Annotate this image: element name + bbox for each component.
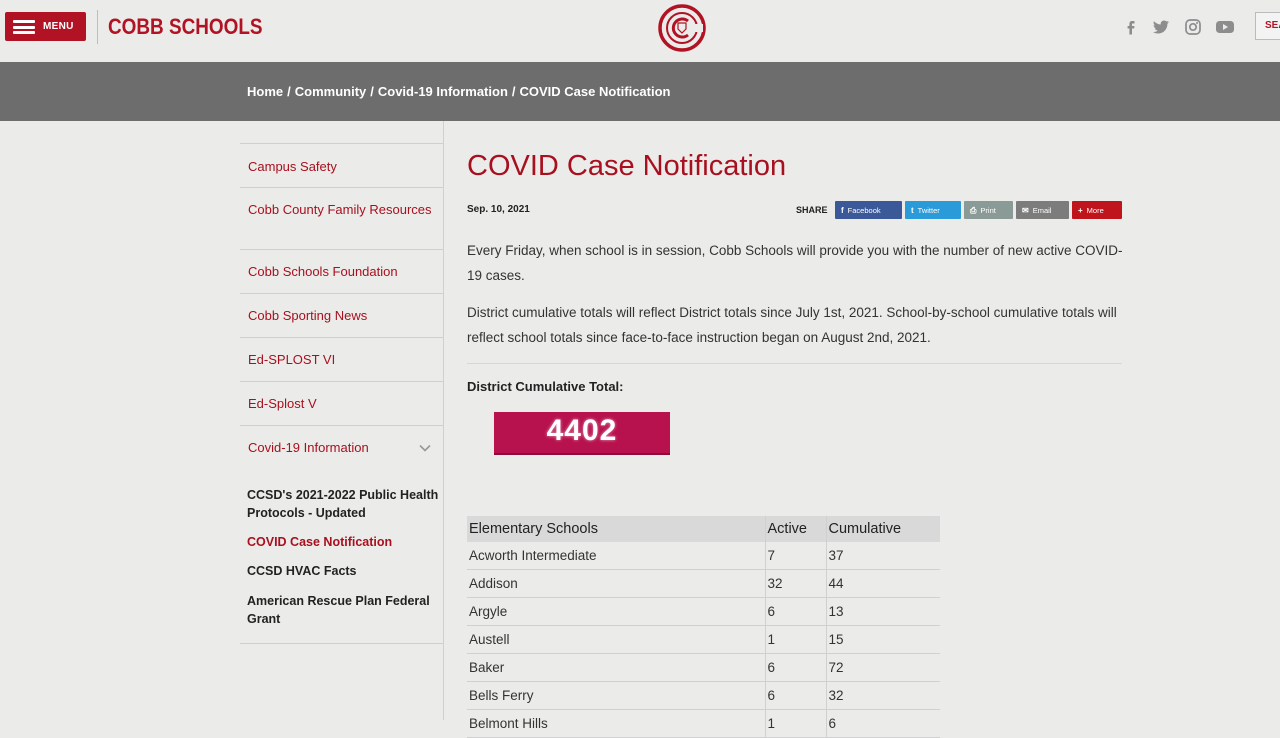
active-count: 6 bbox=[765, 681, 827, 710]
header-divider bbox=[97, 10, 98, 44]
share-twitter-button[interactable]: t Twitter bbox=[905, 201, 961, 219]
district-total-counter: 4402 bbox=[494, 412, 670, 455]
twitter-icon: t bbox=[911, 206, 914, 215]
table-row: Bells Ferry 6 32 bbox=[467, 681, 940, 710]
active-count: 7 bbox=[765, 542, 827, 570]
sidebar-item-family-resources[interactable]: Cobb County Family Resources bbox=[240, 187, 443, 249]
sidebar-subitem-rescue-plan[interactable]: American Rescue Plan Federal Grant bbox=[247, 592, 443, 628]
sidebar-item-schools-foundation[interactable]: Cobb Schools Foundation bbox=[240, 249, 443, 293]
school-name: Baker bbox=[467, 653, 766, 682]
share-label: SHARE bbox=[796, 205, 828, 215]
sidebar-divider bbox=[443, 121, 444, 720]
table-header-row: Elementary Schools Active Cumulative bbox=[467, 516, 940, 542]
instagram-icon[interactable] bbox=[1184, 18, 1202, 36]
table-row: Argyle 6 13 bbox=[467, 597, 940, 626]
menu-label: MENU bbox=[43, 21, 74, 32]
sidebar-item-ed-splost-v[interactable]: Ed-Splost V bbox=[240, 381, 443, 425]
sidebar-item-ed-splost-vi[interactable]: Ed-SPLOST VI bbox=[240, 337, 443, 381]
breadcrumb-bar: Home / Community / Covid-19 Information / COVI… bbox=[0, 62, 1280, 121]
content-divider bbox=[467, 363, 1122, 364]
post-date: Sep. 10, 2021 bbox=[467, 204, 530, 215]
cumulative-count: 72 bbox=[826, 653, 940, 682]
table-row: Addison 32 44 bbox=[467, 569, 940, 598]
active-count: 32 bbox=[765, 569, 827, 598]
active-count: 6 bbox=[765, 653, 827, 682]
breadcrumb: Home / Community / Covid-19 Information / COVI… bbox=[247, 84, 671, 99]
cumulative-count: 15 bbox=[826, 625, 940, 654]
school-name: Belmont Hills bbox=[467, 709, 766, 738]
site-header: MENU COBB SCHOOLS SEA bbox=[0, 0, 1280, 62]
sidebar-subitem-hvac-facts[interactable]: CCSD HVAC Facts bbox=[247, 562, 443, 580]
active-count: 6 bbox=[765, 597, 827, 626]
cumulative-count: 32 bbox=[826, 681, 940, 710]
column-header-active: Active bbox=[765, 516, 827, 542]
school-name: Austell bbox=[467, 625, 766, 654]
sidebar-subitem-case-notification[interactable]: COVID Case Notification bbox=[247, 533, 443, 551]
sidebar-item-campus-safety[interactable]: Campus Safety bbox=[240, 143, 443, 187]
share-email-button[interactable]: ✉ Email bbox=[1016, 201, 1069, 219]
breadcrumb-home[interactable]: Home bbox=[247, 84, 283, 99]
twitter-icon[interactable] bbox=[1152, 18, 1170, 36]
sidebar-item-covid-information[interactable]: Covid-19 Information bbox=[240, 425, 443, 469]
table-row: Acworth Intermediate 7 37 bbox=[467, 542, 940, 570]
share-print-button[interactable]: ⎙ Print bbox=[964, 201, 1013, 219]
elementary-schools-table: Elementary Schools Active Cumulative Acw… bbox=[467, 516, 940, 738]
sidebar-item-sporting-news[interactable]: Cobb Sporting News bbox=[240, 293, 443, 337]
hamburger-icon bbox=[13, 20, 35, 34]
breadcrumb-community[interactable]: Community bbox=[295, 84, 367, 99]
cumulative-count: 13 bbox=[826, 597, 940, 626]
column-header-cumulative: Cumulative bbox=[826, 516, 940, 542]
table-row: Baker 6 72 bbox=[467, 653, 940, 682]
table-row: Belmont Hills 1 6 bbox=[467, 709, 940, 738]
table-row: Austell 1 15 bbox=[467, 625, 940, 654]
cumulative-count: 6 bbox=[826, 709, 940, 738]
plus-icon: + bbox=[1078, 206, 1083, 215]
totals-paragraph: District cumulative totals will reflect … bbox=[467, 305, 1117, 345]
sidebar-subitem-health-protocols[interactable]: CCSD's 2021-2022 Public Health Protocols… bbox=[247, 486, 443, 522]
sidebar-bottom-divider bbox=[240, 643, 443, 644]
breadcrumb-covid-information[interactable]: Covid-19 Information bbox=[378, 84, 508, 99]
school-name: Argyle bbox=[467, 597, 766, 626]
cumulative-count: 37 bbox=[826, 542, 940, 570]
print-icon: ⎙ bbox=[970, 206, 977, 215]
district-total-label: District Cumulative Total: bbox=[467, 379, 624, 394]
active-count: 1 bbox=[765, 625, 827, 654]
email-icon: ✉ bbox=[1022, 206, 1029, 215]
search-input[interactable]: SEA bbox=[1255, 12, 1280, 40]
school-name: Acworth Intermediate bbox=[467, 542, 766, 570]
facebook-icon: f bbox=[841, 206, 844, 215]
page-title: COVID Case Notification bbox=[467, 150, 787, 182]
cumulative-count: 44 bbox=[826, 569, 940, 598]
youtube-icon[interactable] bbox=[1215, 18, 1235, 36]
cobb-logo-icon[interactable] bbox=[658, 4, 706, 52]
breadcrumb-current: COVID Case Notification bbox=[519, 84, 671, 99]
column-header-school: Elementary Schools bbox=[467, 516, 766, 542]
facebook-icon[interactable] bbox=[1122, 18, 1140, 36]
active-count: 1 bbox=[765, 709, 827, 738]
school-name: Addison bbox=[467, 569, 766, 598]
menu-button[interactable]: MENU bbox=[5, 12, 86, 41]
school-name: Bells Ferry bbox=[467, 681, 766, 710]
share-more-button[interactable]: + More bbox=[1072, 201, 1122, 219]
intro-paragraph: Every Friday, when school is in session,… bbox=[467, 243, 1123, 283]
chevron-down-icon[interactable] bbox=[419, 442, 431, 454]
share-facebook-button[interactable]: f Facebook bbox=[835, 201, 902, 219]
brand-name[interactable]: COBB SCHOOLS bbox=[108, 14, 263, 40]
